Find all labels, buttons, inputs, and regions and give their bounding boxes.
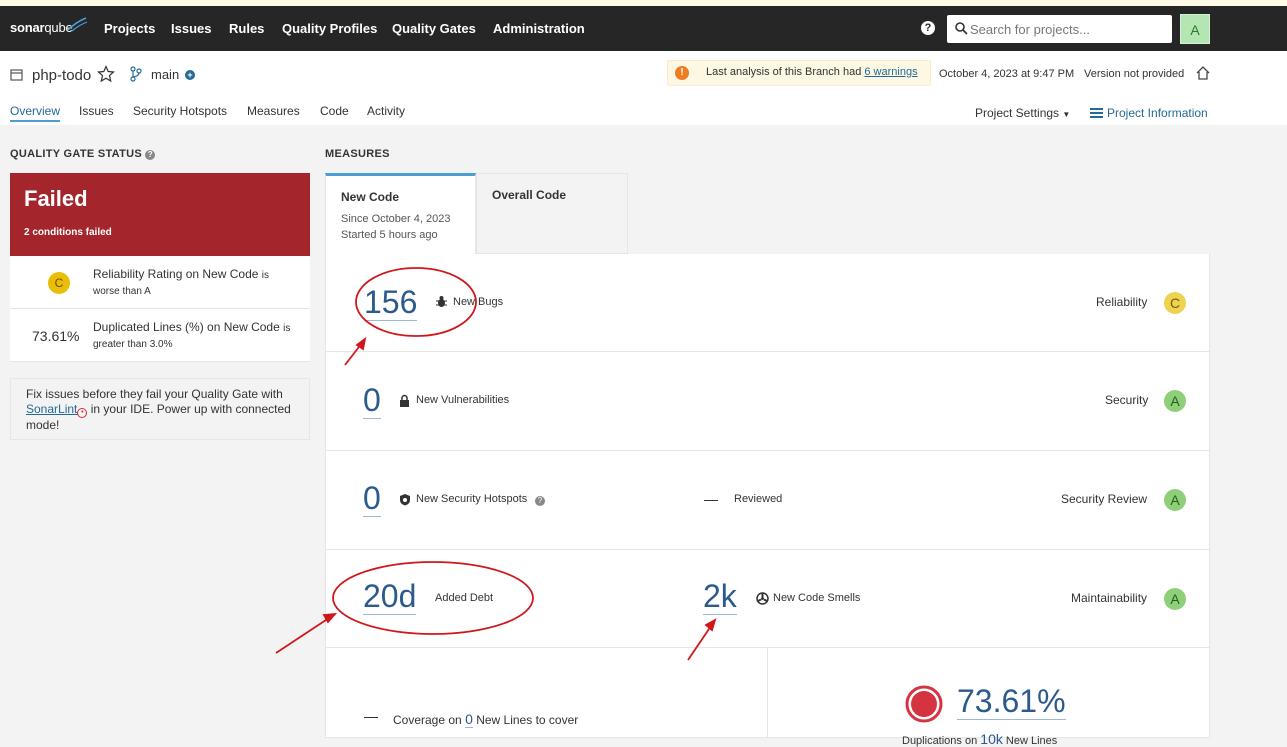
- maintainability-rating[interactable]: A: [1164, 588, 1186, 610]
- code-smells-count[interactable]: 2k: [703, 578, 737, 615]
- reviewed-label: Reviewed: [734, 493, 783, 505]
- sonarlint-promo: Fix issues before they fail your Quality…: [10, 378, 310, 440]
- code-smell-icon: [756, 592, 769, 605]
- search-input[interactable]: [970, 19, 1165, 39]
- debt-label: Added Debt: [435, 592, 494, 604]
- gate-status: Failed: [24, 186, 88, 211]
- hotspots-count[interactable]: 0: [363, 480, 381, 517]
- search-icon: [955, 22, 968, 35]
- conditions-failed: 2 conditions failed: [24, 227, 112, 238]
- maintainability-label: Maintainability: [1071, 591, 1148, 605]
- rating-badge: C: [48, 272, 70, 294]
- measures-panel: 156 New Bugs Reliability C 0 New Vulnera…: [325, 254, 1210, 747]
- reliability-label: Reliability: [1096, 295, 1148, 309]
- vulnerabilities-label: New Vulnerabilities: [416, 394, 510, 406]
- tab-issues[interactable]: Issues: [79, 104, 114, 118]
- debt-value[interactable]: 20d: [363, 578, 417, 615]
- project-search[interactable]: [947, 15, 1172, 43]
- condition-reliability[interactable]: C Reliability Rating on New Code is worse…: [10, 256, 310, 309]
- security-review-rating[interactable]: A: [1164, 489, 1186, 511]
- sonarqube-logo[interactable]: sonarqube: [10, 20, 73, 35]
- coverage-line: Coverage on 0 New Lines to cover: [393, 711, 579, 728]
- bug-icon: [436, 296, 447, 307]
- security-label: Security: [1105, 393, 1149, 407]
- help-icon[interactable]: ?: [921, 21, 935, 35]
- condition-value: 73.61%: [32, 328, 80, 344]
- nav-quality-gates[interactable]: Quality Gates: [392, 21, 476, 36]
- duplication-percentage[interactable]: 73.61%: [957, 683, 1066, 720]
- divider: [767, 648, 768, 738]
- quality-gate-failed: Failed 2 conditions failed: [10, 173, 310, 256]
- shield-icon: [400, 494, 410, 506]
- tab-activity[interactable]: Activity: [367, 104, 405, 118]
- reliability-rating[interactable]: C: [1164, 292, 1186, 314]
- warning-icon: !: [675, 66, 689, 80]
- nav-rules[interactable]: Rules: [229, 21, 264, 36]
- vulnerabilities-count[interactable]: 0: [363, 382, 381, 419]
- nav-quality-profiles[interactable]: Quality Profiles: [282, 21, 377, 36]
- quality-gate-title: QUALITY GATE STATUS ?: [10, 148, 156, 160]
- external-link-icon: •: [77, 408, 88, 418]
- duplication-donut-icon: [905, 685, 943, 723]
- favorite-star-icon[interactable]: [97, 65, 115, 83]
- list-icon: [1090, 108, 1103, 118]
- project-name[interactable]: php-todo: [32, 67, 91, 84]
- branch-add-icon[interactable]: +: [185, 70, 195, 80]
- dash-icon: [364, 717, 378, 718]
- home-icon[interactable]: [1195, 65, 1211, 81]
- row-hotspots: 0 New Security Hotspots ? Reviewed Secur…: [326, 451, 1209, 550]
- code-smells-label: New Code Smells: [773, 592, 861, 604]
- tab-code[interactable]: Code: [320, 104, 349, 118]
- duplication-sub: Duplications on 10k New Lines: [902, 731, 1058, 747]
- sonarlint-link[interactable]: SonarLint: [26, 402, 77, 416]
- tab-overall-code[interactable]: Overall Code: [476, 173, 628, 254]
- dash-icon: [704, 500, 718, 501]
- security-review-label: Security Review: [1061, 492, 1148, 506]
- hotspots-label: New Security Hotspots: [416, 493, 528, 505]
- coverage-lines-link[interactable]: 0: [465, 711, 473, 728]
- tab-security-hotspots[interactable]: Security Hotspots: [133, 104, 227, 118]
- project-settings-dropdown[interactable]: Project Settings ▼: [975, 106, 1070, 120]
- bugs-count[interactable]: 156: [364, 284, 418, 321]
- row-bugs: 156 New Bugs Reliability C: [326, 254, 1209, 352]
- nav-administration[interactable]: Administration: [493, 21, 585, 36]
- project-information-link[interactable]: Project Information: [1090, 106, 1208, 120]
- security-rating[interactable]: A: [1164, 390, 1186, 412]
- nav-projects[interactable]: Projects: [104, 21, 155, 36]
- tab-new-code[interactable]: New Code Since October 4, 2023 Started 5…: [325, 173, 476, 254]
- user-avatar[interactable]: A: [1180, 14, 1210, 44]
- tab-measures[interactable]: Measures: [247, 104, 300, 118]
- tab-overview[interactable]: Overview: [10, 104, 61, 122]
- condition-duplication[interactable]: 73.61% Duplicated Lines (%) on New Code …: [10, 309, 310, 362]
- help-icon[interactable]: ?: [535, 496, 545, 506]
- branch-icon: [130, 66, 142, 82]
- top-navbar: sonarqube Projects Issues Rules Quality …: [0, 6, 1287, 51]
- row-vulnerabilities: 0 New Vulnerabilities Security A: [326, 352, 1209, 451]
- project-header: php-todo main + ! Last analysis of this …: [0, 51, 1287, 125]
- lock-icon: [400, 394, 409, 407]
- nav-issues[interactable]: Issues: [171, 21, 211, 36]
- warnings-link[interactable]: 6 warnings: [864, 66, 917, 78]
- measures-title: MEASURES: [325, 148, 390, 160]
- analysis-date: October 4, 2023 at 9:47 PM: [939, 68, 1075, 80]
- bugs-label: New Bugs: [453, 296, 504, 308]
- branch-name[interactable]: main: [151, 67, 179, 82]
- caret-down-icon: ▼: [1062, 110, 1071, 119]
- project-version: Version not provided: [1084, 68, 1185, 80]
- row-maintainability: 20d Added Debt 2k New Code Smells Mainta…: [326, 550, 1209, 648]
- help-icon[interactable]: ?: [145, 150, 156, 160]
- warnings-banner: ! Last analysis of this Branch had 6 war…: [667, 60, 931, 86]
- project-icon: [10, 69, 23, 81]
- logo-wave-icon: [67, 17, 88, 32]
